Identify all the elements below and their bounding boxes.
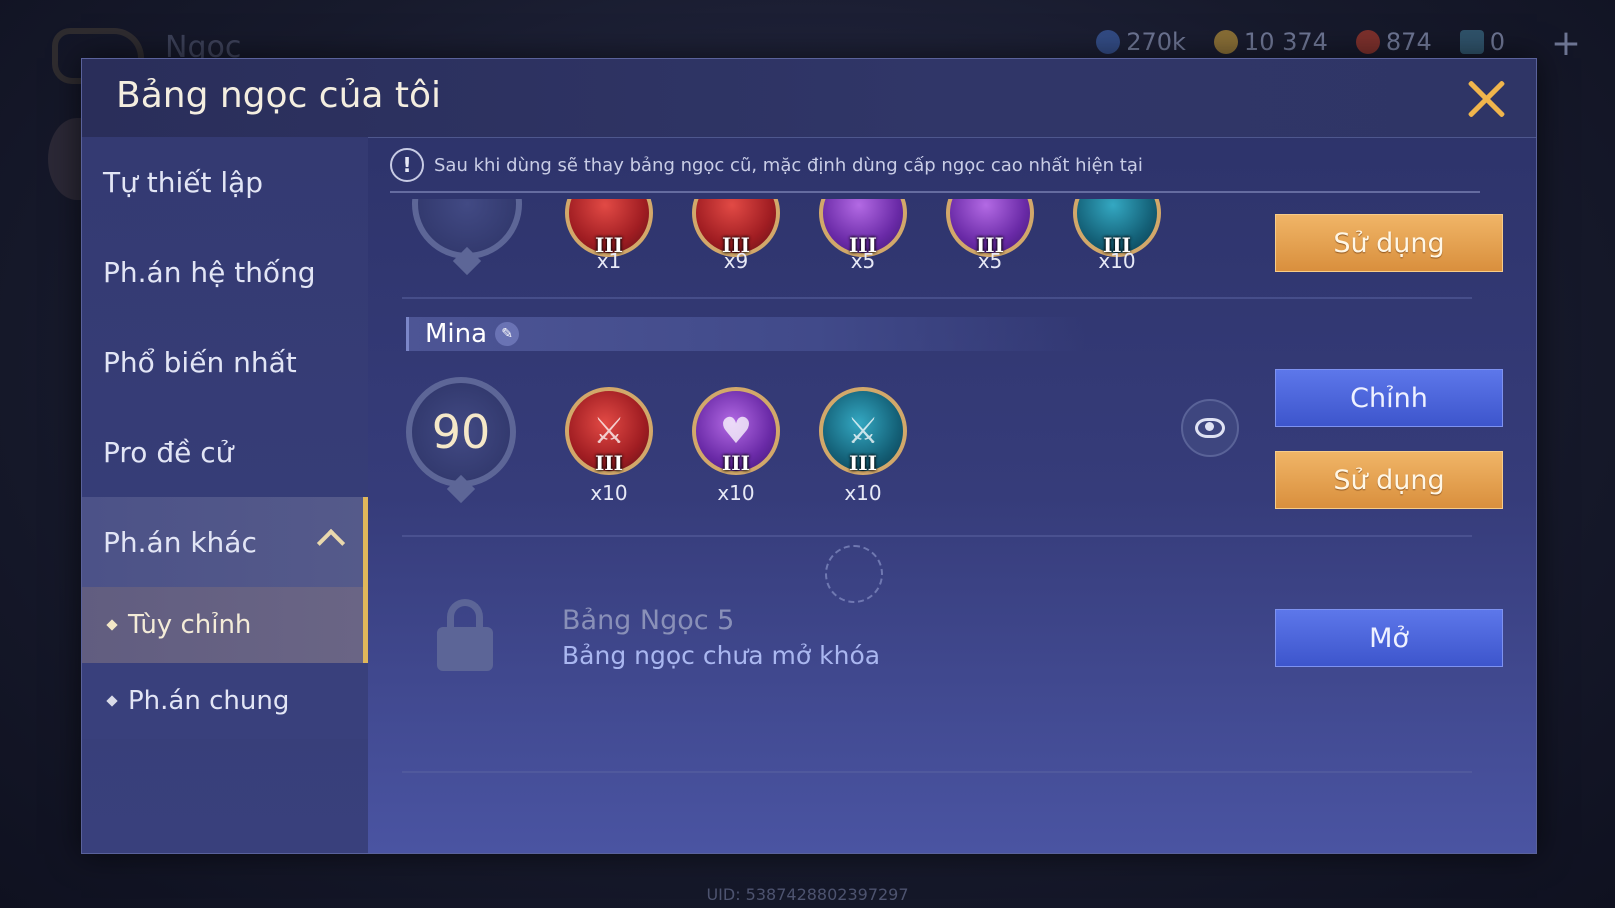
- sidebar-item-label: Pro đề cử: [103, 435, 234, 469]
- gem-count: x10: [717, 481, 755, 505]
- notice-divider: [390, 191, 1480, 193]
- lock-icon: [437, 599, 493, 671]
- currency-item: 270k: [1096, 28, 1186, 56]
- sidebar-subitem-label: Tùy chỉnh: [128, 610, 252, 640]
- gem-count: x10: [844, 481, 882, 505]
- currency-value: 10 374: [1243, 28, 1328, 56]
- bullet-icon: [106, 619, 118, 631]
- loading-spinner-icon: [825, 545, 883, 603]
- gem-board-modal: Bảng ngọc của tôi Tự thiết lập Ph.án hệ …: [81, 58, 1537, 854]
- gem-count: x9: [723, 249, 749, 273]
- exclamation-icon: !: [390, 148, 424, 182]
- sidebar-item-popular[interactable]: Phổ biến nhất: [82, 317, 368, 407]
- user-id: UID: 5387428802397297: [706, 885, 909, 904]
- use-button[interactable]: Sử dụng: [1275, 451, 1503, 509]
- gem-count: x5: [977, 249, 1003, 273]
- currency-value: 874: [1385, 28, 1432, 56]
- add-currency-icon[interactable]: +: [1551, 26, 1581, 62]
- currency-value: 270k: [1126, 28, 1186, 56]
- sidebar-item-pro[interactable]: Pro đề cử: [82, 407, 368, 497]
- red-voucher-icon: [1355, 30, 1380, 54]
- teal-gem-icon[interactable]: ⚔ III: [819, 387, 907, 475]
- modal-header: Bảng ngọc của tôi: [82, 59, 1536, 138]
- blue-gem-icon: [1096, 30, 1121, 54]
- sidebar-subitem-shared[interactable]: Ph.án chung: [82, 663, 368, 739]
- sidebar-item-label: Phổ biến nhất: [103, 345, 297, 379]
- currency-item: 10 374: [1213, 28, 1328, 56]
- edit-button[interactable]: Chỉnh: [1275, 369, 1503, 427]
- notice-text: Sau khi dùng sẽ thay bảng ngọc cũ, mặc đ…: [434, 154, 1143, 176]
- row-divider: [402, 771, 1472, 773]
- gold-coin-icon: [1213, 30, 1238, 54]
- gem-count: x10: [590, 481, 628, 505]
- gem-tier: III: [594, 451, 624, 475]
- locked-board-title: Bảng Ngọc 5: [562, 605, 735, 636]
- sidebar-item-label: Tự thiết lập: [103, 165, 264, 199]
- unlock-button[interactable]: Mở: [1275, 609, 1503, 667]
- card-icon: [1459, 30, 1484, 54]
- gem-tier: III: [848, 451, 878, 475]
- red-gem-icon[interactable]: ⚔ III: [565, 387, 653, 475]
- loadout-name-bar: Mina ✎: [406, 317, 1086, 351]
- gem-count: x1: [596, 249, 622, 273]
- row-divider: [402, 535, 1472, 537]
- level-badge: [412, 199, 522, 276]
- currency-item: 0: [1459, 28, 1505, 56]
- purple-gem-icon[interactable]: ♥ III: [692, 387, 780, 475]
- locked-board-subtitle: Bảng ngọc chưa mở khóa: [562, 641, 881, 670]
- currency-item: 874: [1355, 28, 1432, 56]
- preview-eye-icon[interactable]: [1181, 399, 1239, 457]
- bullet-icon: [106, 695, 118, 707]
- currency-bar: 270k 10 374 874 0: [1096, 24, 1615, 60]
- level-number: 90: [431, 405, 491, 459]
- pencil-icon[interactable]: ✎: [495, 322, 520, 346]
- currency-value: 0: [1489, 28, 1505, 56]
- use-button[interactable]: Sử dụng: [1275, 214, 1503, 272]
- gem-count: x5: [850, 249, 876, 273]
- gem-tier: III: [721, 451, 751, 475]
- chevron-up-icon: [316, 528, 346, 558]
- modal-title: Bảng ngọc của tôi: [116, 75, 442, 116]
- notice-bar: ! Sau khi dùng sẽ thay bảng ngọc cũ, mặc…: [390, 145, 1480, 185]
- sidebar-item-other[interactable]: Ph.án khác: [82, 497, 368, 587]
- sidebar-subitem-label: Ph.án chung: [128, 686, 290, 716]
- row-divider: [402, 297, 1472, 299]
- sidebar-item-label: Ph.án khác: [103, 525, 257, 559]
- close-icon[interactable]: [1464, 77, 1508, 121]
- sidebar-subitem-custom[interactable]: Tùy chỉnh: [82, 587, 368, 663]
- gem-count: x10: [1098, 249, 1136, 273]
- loadout-name: Mina: [425, 319, 488, 349]
- level-badge: 90: [406, 377, 516, 504]
